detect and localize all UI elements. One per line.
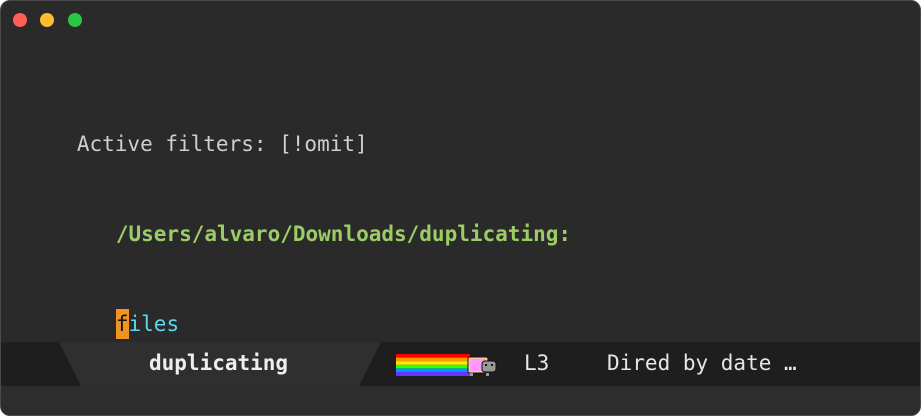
active-filters-line: Active filters: [!omit] bbox=[1, 99, 920, 156]
major-mode-indicator[interactable]: Dired by date … bbox=[607, 351, 797, 375]
mode-line-buffer-name: duplicating bbox=[149, 351, 289, 375]
mode-line: duplicating L3 Dired by date … bbox=[1, 342, 920, 386]
title-bar bbox=[1, 1, 920, 37]
file-entry-name[interactable]: iles bbox=[129, 312, 180, 336]
terminal-window: Active filters: [!omit] /Users/alvaro/Do… bbox=[0, 0, 921, 416]
zoom-window-button[interactable] bbox=[68, 13, 82, 27]
dired-buffer: Active filters: [!omit] /Users/alvaro/Do… bbox=[1, 39, 920, 369]
text-cursor: f bbox=[115, 309, 129, 339]
active-filters-text: Active filters: [!omit] bbox=[76, 132, 368, 156]
nyan-cat-icon bbox=[396, 354, 497, 376]
echo-area bbox=[1, 386, 920, 415]
file-entry[interactable]: files bbox=[1, 279, 920, 339]
close-window-button[interactable] bbox=[13, 13, 27, 27]
minimize-window-button[interactable] bbox=[40, 13, 54, 27]
directory-header-line: /Users/alvaro/Downloads/duplicating: bbox=[1, 189, 920, 246]
line-number-indicator: L3 bbox=[524, 351, 550, 375]
directory-path: /Users/alvaro/Downloads/duplicating: bbox=[115, 222, 572, 246]
